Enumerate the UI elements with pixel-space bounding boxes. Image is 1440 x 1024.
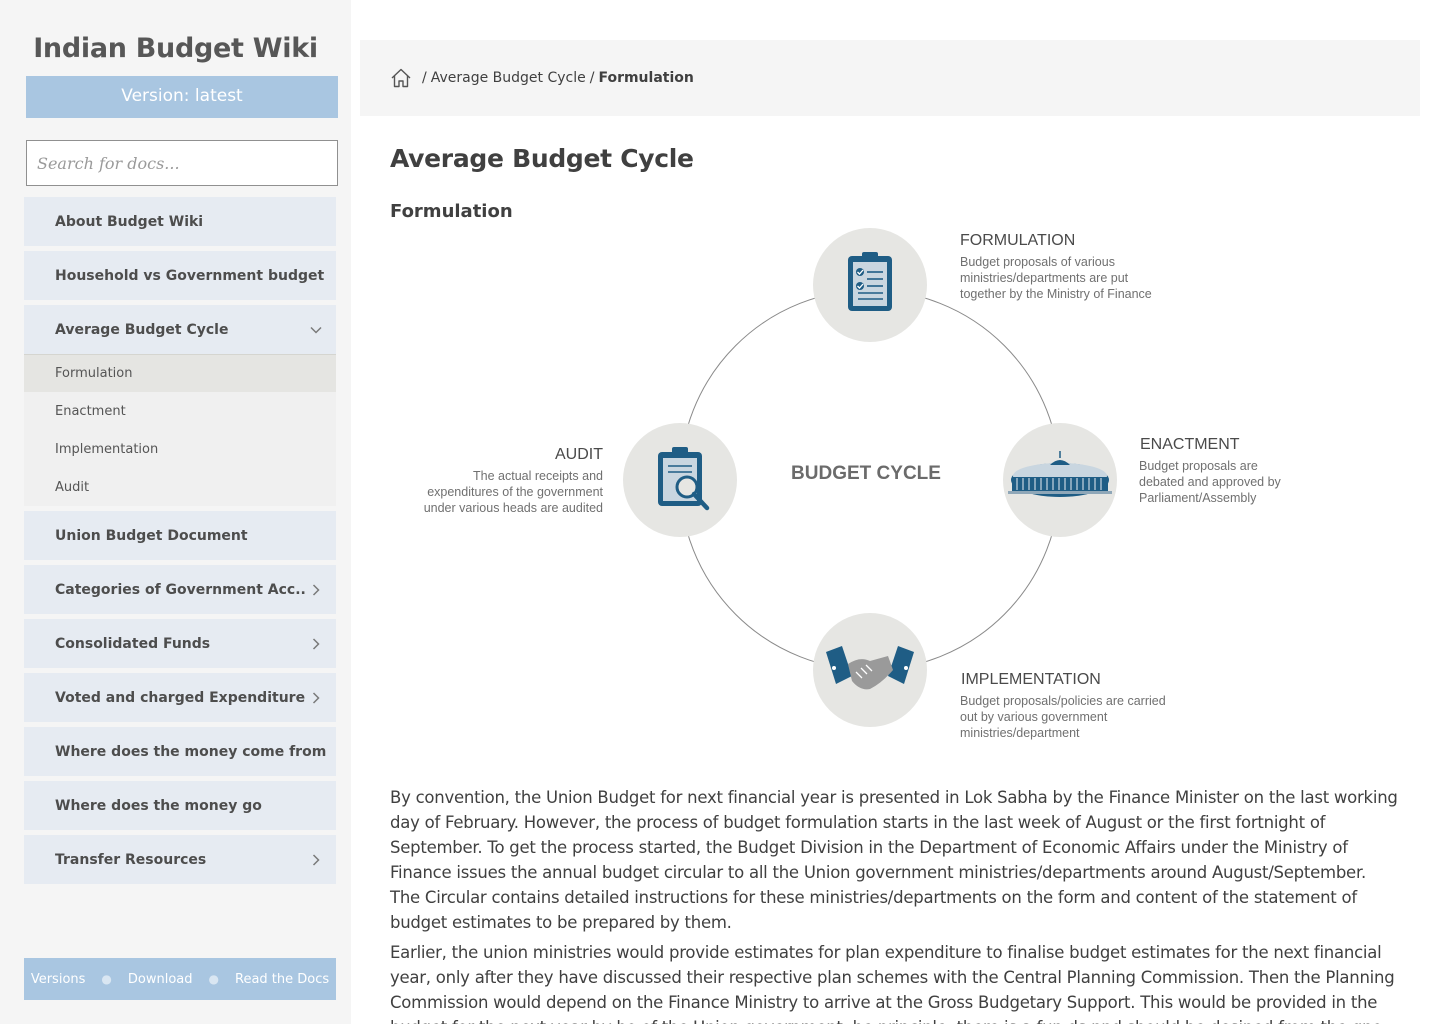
sidebar-item-label: Categories of Government Acc.. — [55, 581, 306, 598]
sidebar-item-average-budget-cycle[interactable]: Average Budget Cycle — [24, 305, 336, 354]
sidebar-item-label: Transfer Resources — [55, 851, 207, 868]
sidebar-subitem-enactment[interactable]: Enactment — [24, 392, 336, 430]
separator-dot: ● — [101, 972, 112, 986]
sidebar-subitems: Formulation Enactment Implementation Aud… — [24, 354, 336, 506]
parliament-building-icon — [1003, 423, 1117, 537]
sidebar-item-household-vs-government[interactable]: Household vs Government budget — [24, 251, 336, 300]
stage-title-audit: AUDIT — [555, 446, 603, 463]
breadcrumb: / Average Budget Cycle / Formulation — [360, 40, 1420, 116]
chevron-down-icon[interactable] — [310, 324, 322, 336]
breadcrumb-current: Formulation — [598, 70, 694, 86]
stage-title-formulation: FORMULATION — [960, 232, 1076, 249]
sidebar-subitem-implementation[interactable]: Implementation — [24, 430, 336, 468]
stage-desc-audit: The actual receipts and expenditures of … — [423, 469, 603, 515]
sidebar-item-label: Union Budget Document — [55, 527, 248, 544]
section-title: Formulation — [390, 201, 513, 222]
sidebar-item-voted-and-charged-expenditure[interactable]: Voted and charged Expenditure — [24, 673, 336, 722]
versions-link[interactable]: Versions — [31, 972, 86, 987]
read-the-docs-link[interactable]: Read the Docs — [235, 972, 329, 987]
sidebar-item-label: Household vs Government budget — [55, 267, 325, 284]
sidebar-subitem-audit[interactable]: Audit — [24, 468, 336, 506]
sidebar-item-about-budget-wiki[interactable]: About Budget Wiki — [24, 197, 336, 246]
sidebar-item-label: Consolidated Funds — [55, 635, 211, 652]
clipboard-magnifier-icon — [623, 423, 737, 537]
sidebar-item-categories-of-government-accounts[interactable]: Categories of Government Acc.. — [24, 565, 336, 614]
chevron-right-icon[interactable] — [310, 637, 322, 650]
sidebar-item-label: About Budget Wiki — [55, 213, 204, 230]
stage-desc-implementation: Budget proposals/policies are carried ou… — [960, 694, 1166, 740]
sidebar-item-where-money-goes[interactable]: Where does the money go — [24, 781, 336, 830]
home-icon[interactable] — [390, 67, 412, 89]
site-title[interactable]: Indian Budget Wiki — [0, 33, 351, 64]
body-paragraph: By convention, the Union Budget for next… — [390, 788, 1398, 932]
clipboard-checklist-icon — [813, 228, 927, 342]
sidebar-item-label: Voted and charged Expenditure — [55, 689, 306, 706]
budget-cycle-diagram: BUDGET CYCLE FORMULATION Budget proposal… — [390, 225, 1400, 755]
handshake-icon — [813, 613, 927, 727]
sidebar-item-label: Average Budget Cycle — [55, 321, 229, 338]
sidebar-item-label: Where does the money come from — [55, 743, 327, 760]
download-link[interactable]: Download — [128, 972, 193, 987]
stage-desc-formulation: Budget proposals of various ministries/d… — [960, 255, 1152, 301]
sidebar-item-where-money-comes-from[interactable]: Where does the money come from — [24, 727, 336, 776]
body-paragraph: Earlier, the union ministries would prov… — [390, 943, 1395, 1024]
sidebar-item-consolidated-funds[interactable]: Consolidated Funds — [24, 619, 336, 668]
sidebar-subitem-formulation[interactable]: Formulation — [24, 354, 336, 392]
version-selector[interactable]: Version: latest — [26, 76, 338, 118]
sidebar-item-label: Where does the money go — [55, 797, 262, 814]
sidebar: Indian Budget Wiki Version: latest About… — [0, 0, 351, 1024]
cycle-center-label: BUDGET CYCLE — [791, 463, 941, 484]
sidebar-nav: About Budget Wiki Household vs Governmen… — [24, 197, 336, 889]
page-title: Average Budget Cycle — [390, 144, 694, 173]
stage-title-enactment: ENACTMENT — [1140, 436, 1240, 453]
sidebar-item-union-budget-document[interactable]: Union Budget Document — [24, 511, 336, 560]
stage-title-implementation: IMPLEMENTATION — [961, 671, 1101, 688]
chevron-right-icon[interactable] — [310, 691, 322, 704]
breadcrumb-separator: / — [589, 70, 595, 86]
search-input[interactable] — [26, 140, 338, 186]
stage-desc-enactment: Budget proposals are debated and approve… — [1139, 459, 1281, 505]
separator-dot: ● — [208, 972, 219, 986]
sidebar-item-transfer-resources[interactable]: Transfer Resources — [24, 835, 336, 884]
chevron-right-icon[interactable] — [310, 583, 322, 596]
chevron-right-icon[interactable] — [310, 853, 322, 866]
breadcrumb-parent-link[interactable]: Average Budget Cycle — [431, 70, 586, 86]
rtd-footer: Versions ● Download ● Read the Docs — [24, 958, 336, 1000]
breadcrumb-separator: / — [422, 70, 427, 86]
